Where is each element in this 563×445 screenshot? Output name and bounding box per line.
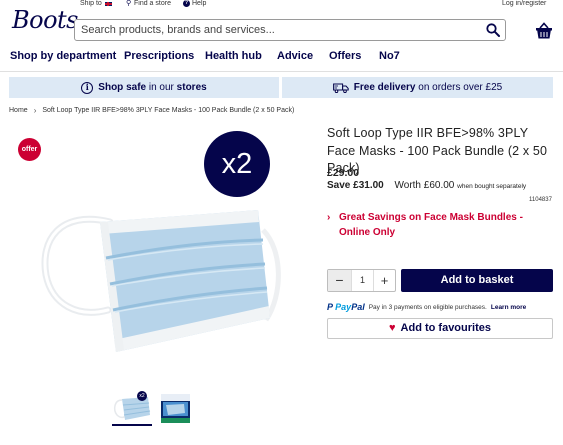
shop-safe-bold: Shop safe — [98, 82, 147, 93]
nav-advice[interactable]: Advice — [277, 50, 313, 62]
basket-icon[interactable] — [535, 22, 553, 40]
add-to-basket-button[interactable]: Add to basket — [401, 269, 553, 292]
thumbnail-badge: x2 — [137, 391, 147, 401]
help-link[interactable]: ? Help — [183, 0, 206, 7]
boots-logo[interactable]: Boots — [12, 6, 79, 34]
utility-bar: Ship to ⚲ Find a store ? Help Log in/reg… — [0, 0, 563, 9]
search-icon[interactable] — [486, 23, 500, 37]
worth-amount: Worth £60.00 — [394, 180, 455, 191]
nav-no7[interactable]: No7 — [379, 50, 400, 62]
breadcrumb: Home › Soft Loop Type IIR BFE>98% 3PLY F… — [9, 106, 294, 115]
save-amount: Save £31.00 — [327, 180, 384, 191]
login-label: Log in/register — [502, 0, 547, 7]
thumbnail-mask[interactable]: x2 — [112, 391, 152, 426]
login-link[interactable]: Log in/register — [502, 0, 546, 7]
quantity-stepper: − 1 + — [327, 269, 396, 292]
face-mask-image[interactable] — [38, 200, 283, 360]
savings-row: Save £31.00 Worth £60.00 when bought sep… — [327, 180, 526, 191]
product-code: 1104837 — [529, 197, 552, 203]
shop-safe-banner[interactable]: i Shop safe in our stores — [9, 77, 279, 98]
delivery-bold: Free delivery — [353, 82, 416, 93]
nav-shop-by-department[interactable]: Shop by department — [10, 50, 116, 62]
quantity-increase-button[interactable]: + — [374, 270, 395, 291]
find-store-label: Find a store — [134, 0, 171, 7]
free-delivery-banner[interactable]: Free delivery on orders over £25 — [282, 77, 553, 98]
favourites-label: Add to favourites — [400, 322, 491, 334]
offer-badge: offer — [18, 138, 41, 161]
nav-offers[interactable]: Offers — [329, 50, 361, 62]
paypal-logo: P PayPal — [327, 302, 365, 312]
delivery-rest: on orders over £25 — [418, 82, 503, 93]
multipack-badge: x2 — [204, 131, 270, 197]
paypal-text: Pay in 3 payments on eligible purchases. — [368, 303, 487, 311]
product-price: £29.00 — [327, 167, 360, 179]
promo-link[interactable]: › Great Savings on Face Mask Bundles - O… — [327, 210, 553, 240]
paypal-learn-more-link[interactable]: Learn more — [491, 304, 526, 311]
quantity-input[interactable]: 1 — [351, 270, 374, 291]
info-icon: i — [81, 81, 94, 94]
location-pin-icon: ⚲ — [126, 0, 132, 7]
heart-icon: ♥ — [389, 322, 396, 334]
help-label: Help — [192, 0, 207, 7]
worth-note: when bought separately — [457, 183, 527, 190]
paypal-row: P PayPal Pay in 3 payments on eligible p… — [327, 302, 526, 312]
promo-text: Great Savings on Face Mask Bundles - Onl… — [339, 212, 523, 238]
add-to-favourites-button[interactable]: ♥ Add to favourites — [327, 318, 553, 339]
search-box — [74, 19, 506, 41]
shop-safe-stores: stores — [176, 82, 207, 93]
ship-to-link[interactable]: Ship to — [80, 0, 113, 7]
nav-health-hub[interactable]: Health hub — [205, 50, 262, 62]
chevron-right-icon: › — [327, 212, 331, 223]
help-icon: ? — [183, 0, 190, 7]
search-input[interactable] — [81, 22, 476, 38]
shop-safe-rest: in our — [148, 82, 174, 93]
find-store-link[interactable]: ⚲ Find a store — [126, 0, 171, 7]
breadcrumb-current: Soft Loop Type IIR BFE>98% 3PLY Face Mas… — [42, 107, 295, 114]
chevron-right-icon: › — [33, 106, 37, 115]
uk-flag-icon — [103, 0, 113, 7]
nav-prescriptions[interactable]: Prescriptions — [124, 50, 194, 62]
ship-to-label: Ship to — [80, 0, 102, 7]
product-title: Soft Loop Type IIR BFE>98% 3PLY Face Mas… — [327, 126, 548, 175]
thumbnail-pack[interactable] — [160, 391, 191, 425]
delivery-van-icon — [332, 83, 349, 93]
main-nav: Shop by department Prescriptions Health … — [0, 50, 563, 72]
breadcrumb-home[interactable]: Home — [9, 107, 28, 114]
quantity-decrease-button[interactable]: − — [328, 270, 351, 291]
